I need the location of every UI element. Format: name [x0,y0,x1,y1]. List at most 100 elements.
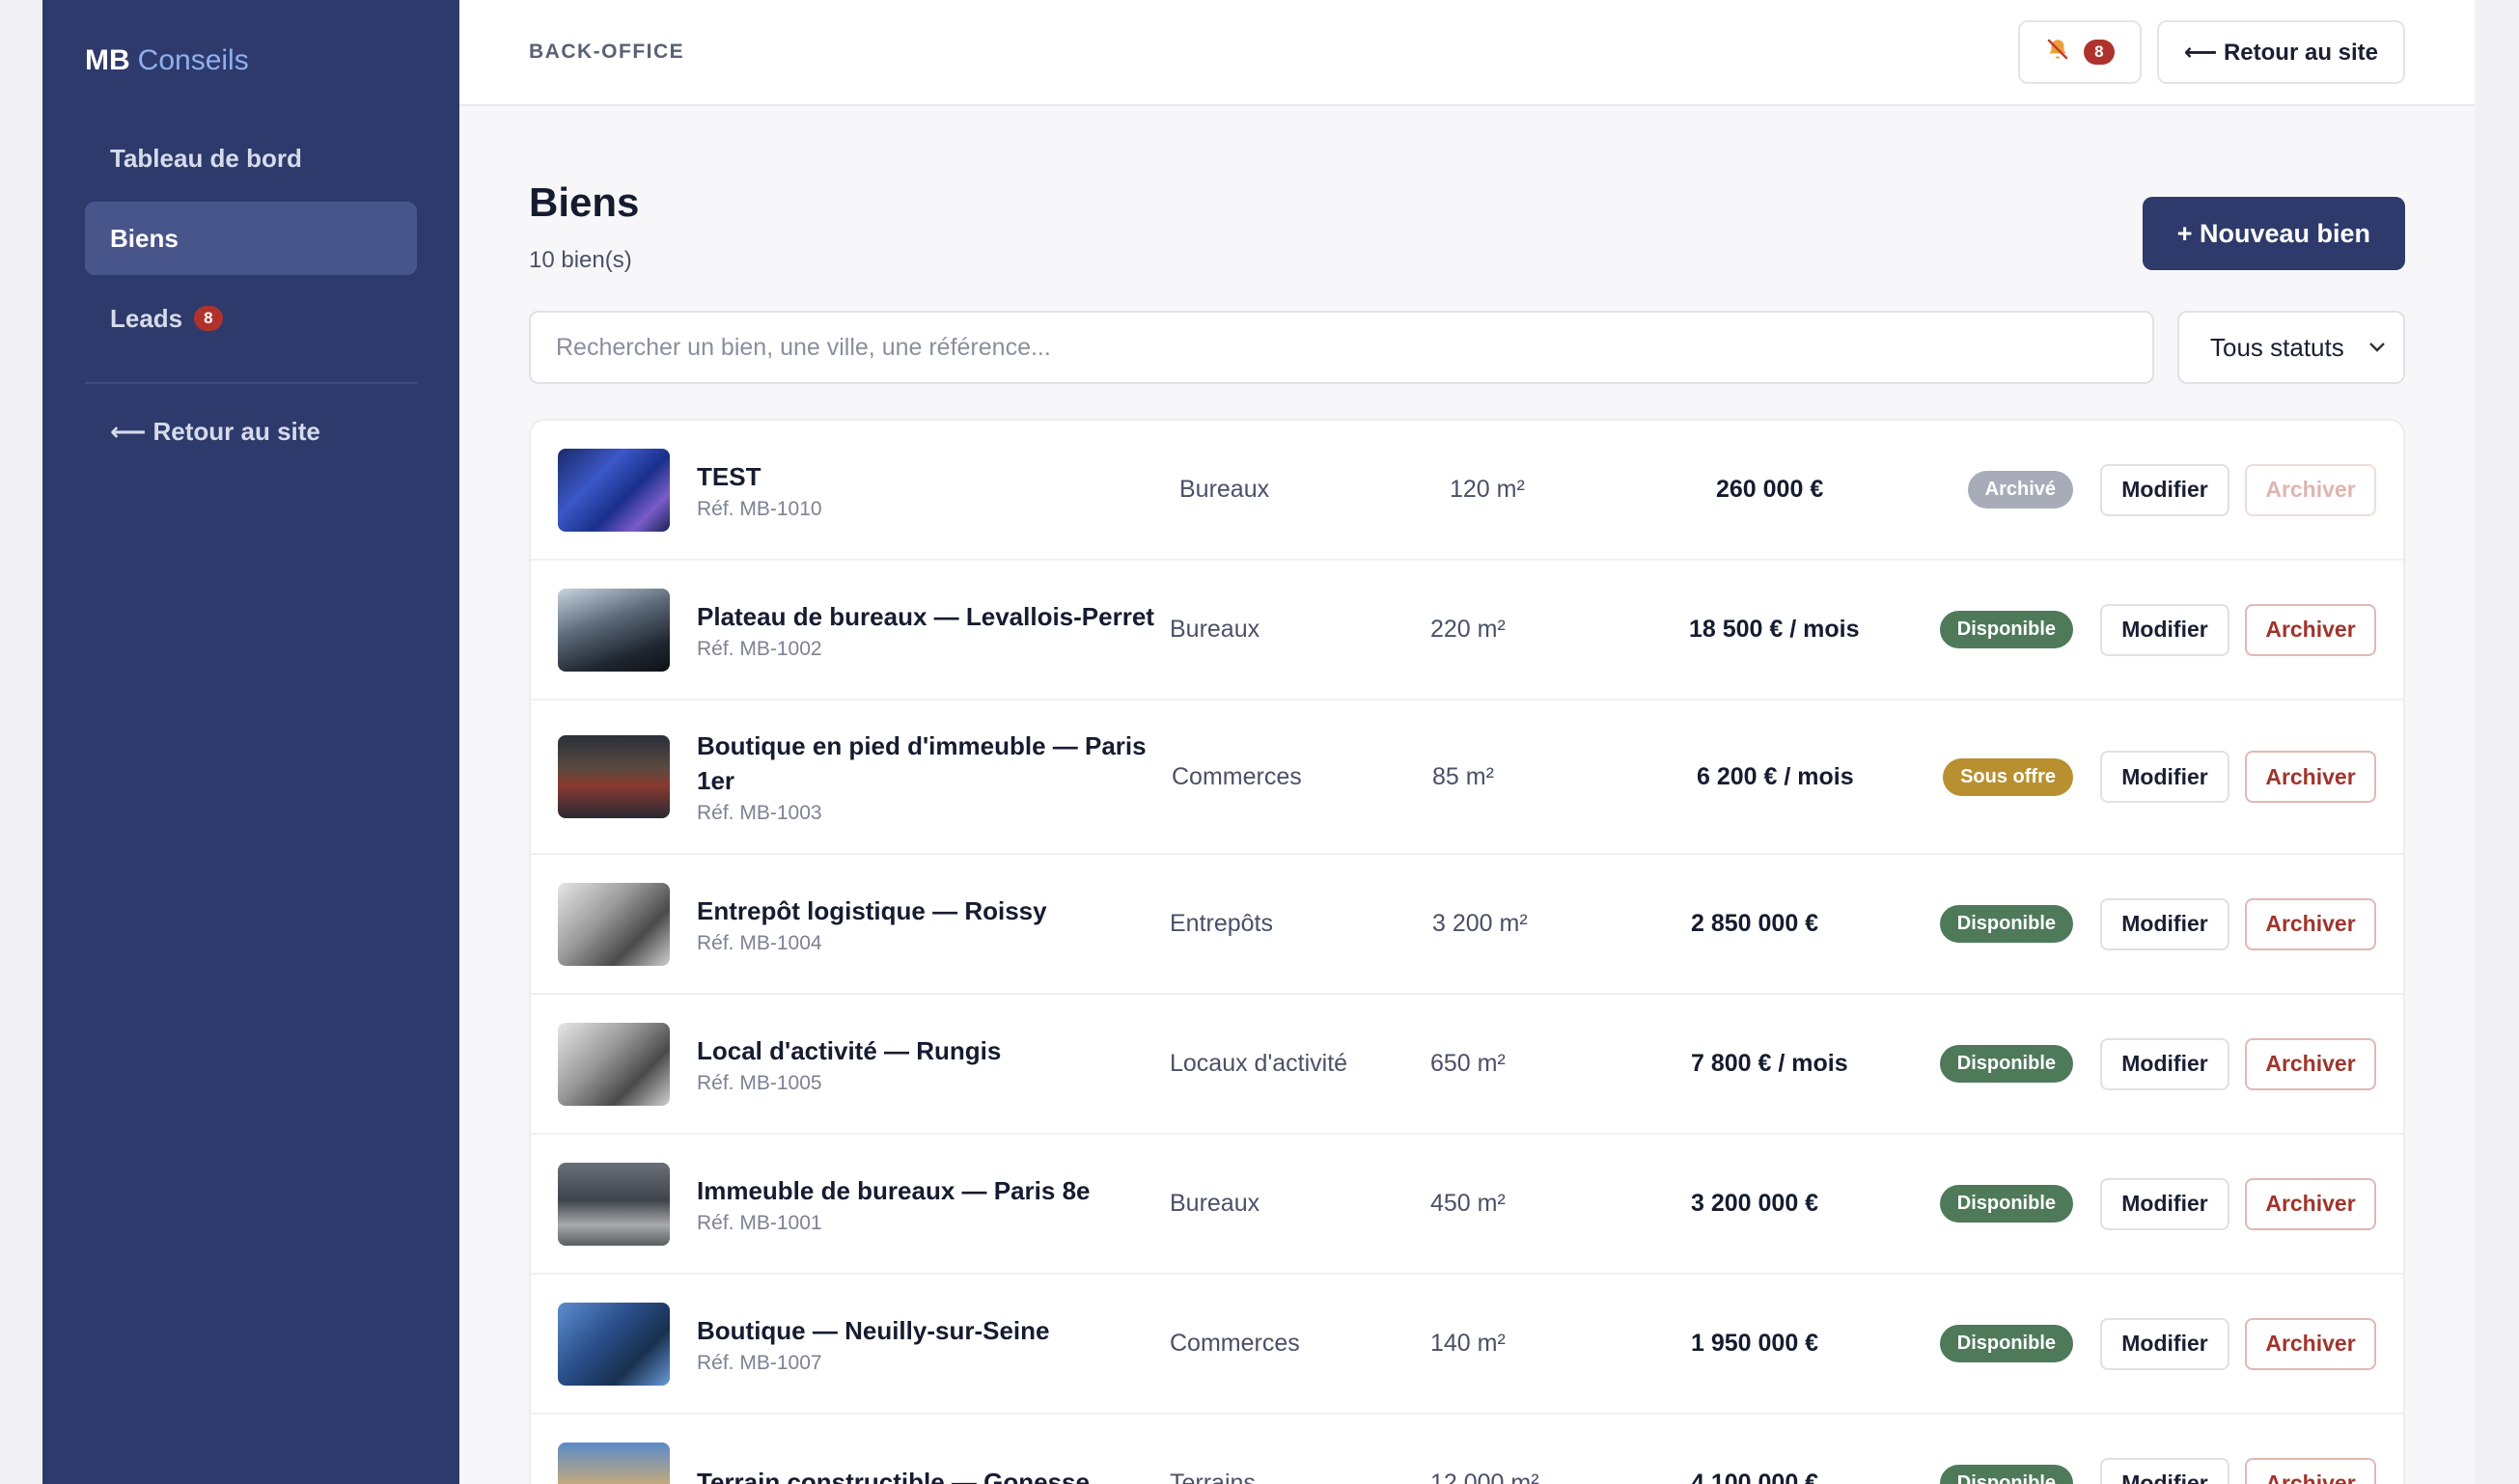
property-type: Terrains [1170,1470,1256,1484]
sidebar: MB Conseils Tableau de bord Biens Leads … [42,0,459,1484]
status-filter-select[interactable]: Tous statuts [2177,311,2405,384]
status-badge: Disponible [1939,1325,2073,1362]
property-surface: 650 m² [1430,1050,1506,1077]
sidebar-item-label: Biens [110,223,179,253]
content: Biens 10 bien(s) + Nouveau bien Tous sta… [459,106,2475,1484]
property-price: 260 000 € [1716,476,1824,503]
property-title[interactable]: Boutique — Neuilly-sur-Seine [697,1313,1160,1348]
sidebar-item-leads[interactable]: Leads 8 [85,282,417,355]
sidebar-divider [85,382,417,384]
table-row[interactable]: Local d'activité — Rungis Réf. MB-1005 L… [531,995,2403,1135]
table-row[interactable]: Plateau de bureaux — Levallois-Perret Ré… [531,561,2403,701]
property-info: Boutique — Neuilly-sur-Seine Réf. MB-100… [697,1313,1160,1375]
property-info: TEST Réf. MB-1010 [697,459,1160,521]
sidebar-item-label: Leads [110,303,183,333]
main-area: BACK-OFFICE 8 ⟵ Retour au site Biens 10 … [459,0,2475,1484]
status-badge: Disponible [1939,1045,2073,1083]
brand-logo[interactable]: MB Conseils [85,0,417,122]
archive-button: Archiver [2245,463,2376,516]
filters: Tous statuts [529,311,2405,384]
property-thumbnail [558,588,670,672]
property-info: Plateau de bureaux — Levallois-Perret Ré… [697,599,1160,661]
property-count: 10 bien(s) [529,247,632,273]
property-price: 2 850 000 € [1691,910,1819,937]
table-row[interactable]: Boutique en pied d'immeuble — Paris 1er … [531,701,2403,855]
property-type: Entrepôts [1170,910,1274,937]
notifications-button[interactable]: 8 [2017,20,2142,84]
sidebar-back-link[interactable]: ⟵ Retour au site [85,407,417,455]
archive-button[interactable]: Archiver [2245,751,2376,803]
archive-button[interactable]: Archiver [2245,1317,2376,1370]
status-badge: Disponible [1939,1465,2073,1484]
property-thumbnail [558,882,670,966]
property-ref: Réf. MB-1001 [697,1211,822,1234]
sidebar-item-label: Tableau de bord [110,143,302,173]
property-thumbnail [558,735,670,818]
property-price: 1 950 000 € [1691,1330,1819,1357]
property-title[interactable]: Boutique en pied d'immeuble — Paris 1er [697,728,1160,798]
property-type: Locaux d'activité [1170,1050,1348,1077]
archive-button[interactable]: Archiver [2245,1037,2376,1090]
property-type: Bureaux [1170,616,1260,643]
sidebar-item-biens[interactable]: Biens [85,202,417,275]
archive-button[interactable]: Archiver [2245,1457,2376,1484]
property-thumbnail [558,1302,670,1386]
sidebar-item-dashboard[interactable]: Tableau de bord [85,122,417,195]
leads-count-badge: 8 [194,306,223,331]
archive-button[interactable]: Archiver [2245,1177,2376,1230]
property-title[interactable]: Entrepôt logistique — Roissy [697,893,1160,928]
table-row[interactable]: Entrepôt logistique — Roissy Réf. MB-100… [531,855,2403,995]
search-input[interactable] [529,311,2154,384]
edit-button[interactable]: Modifier [2100,603,2229,656]
table-row[interactable]: TEST Réf. MB-1010 Bureaux 120 m² 260 000… [531,421,2403,561]
new-property-button[interactable]: + Nouveau bien [2142,197,2405,270]
property-title[interactable]: Immeuble de bureaux — Paris 8e [697,1173,1160,1208]
property-thumbnail [558,1442,670,1484]
edit-button[interactable]: Modifier [2100,1457,2229,1484]
topbar: BACK-OFFICE 8 ⟵ Retour au site [459,0,2475,106]
table-row[interactable]: Terrain constructible — Gonesse Terrains… [531,1415,2403,1484]
status-filter-value: Tous statuts [2210,332,2344,362]
property-thumbnail [558,448,670,532]
property-price: 18 500 € / mois [1689,616,1860,643]
brand-bold: MB [85,44,130,76]
edit-button[interactable]: Modifier [2100,897,2229,950]
edit-button[interactable]: Modifier [2100,1317,2229,1370]
table-row[interactable]: Boutique — Neuilly-sur-Seine Réf. MB-100… [531,1275,2403,1415]
status-badge: Disponible [1939,611,2073,648]
property-title[interactable]: TEST [697,459,1160,494]
edit-button[interactable]: Modifier [2100,751,2229,803]
edit-button[interactable]: Modifier [2100,1037,2229,1090]
property-type: Bureaux [1170,1190,1260,1217]
top-actions: 8 ⟵ Retour au site [2017,20,2405,84]
property-title[interactable]: Plateau de bureaux — Levallois-Perret [697,599,1160,634]
page-header: Biens 10 bien(s) + Nouveau bien [529,179,2405,274]
edit-button[interactable]: Modifier [2100,463,2229,516]
property-price: 4 100 000 € [1691,1470,1819,1484]
page-title: Biens [529,179,640,225]
status-badge: Disponible [1939,905,2073,943]
property-thumbnail [558,1022,670,1106]
back-to-site-button[interactable]: ⟵ Retour au site [2156,20,2405,84]
property-info: Local d'activité — Rungis Réf. MB-1005 [697,1033,1160,1095]
archive-button[interactable]: Archiver [2245,897,2376,950]
property-ref: Réf. MB-1002 [697,637,822,660]
property-surface: 85 m² [1432,762,1494,790]
property-surface: 120 m² [1450,476,1525,503]
status-badge: Disponible [1939,1185,2073,1223]
edit-button[interactable]: Modifier [2100,1177,2229,1230]
table-row[interactable]: Immeuble de bureaux — Paris 8e Réf. MB-1… [531,1135,2403,1275]
property-title[interactable]: Local d'activité — Rungis [697,1033,1160,1068]
property-ref: Réf. MB-1005 [697,1071,822,1094]
property-type: Commerces [1170,1330,1300,1357]
property-ref: Réf. MB-1010 [697,497,822,520]
archive-button[interactable]: Archiver [2245,603,2376,656]
property-price: 3 200 000 € [1691,1190,1819,1217]
property-type: Bureaux [1179,476,1270,503]
property-ref: Réf. MB-1007 [697,1351,822,1374]
property-title[interactable]: Terrain constructible — Gonesse [697,1465,1160,1484]
property-surface: 220 m² [1430,616,1506,643]
property-price: 6 200 € / mois [1697,762,1854,790]
status-badge: Archivé [1967,471,2073,508]
property-price: 7 800 € / mois [1691,1050,1848,1077]
